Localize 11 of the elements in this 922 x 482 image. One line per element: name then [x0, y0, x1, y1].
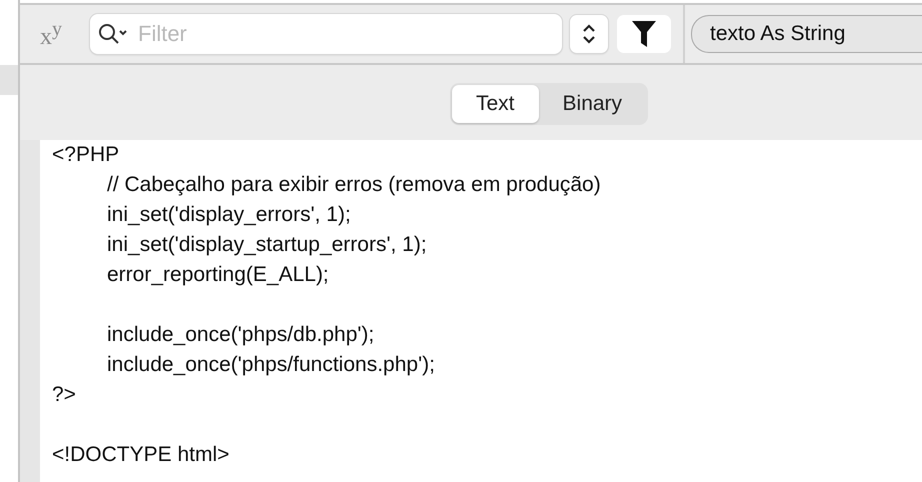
funnel-icon — [631, 20, 657, 48]
view-tab[interactable]: Binary — [538, 84, 646, 122]
filter-input[interactable]: Filter — [136, 20, 562, 48]
filter-button[interactable] — [617, 15, 671, 53]
code-text: <?PHP // Cabeçalho para exibir erros (remova em produção) ini_set('display_errors', 1); ini_set('display_startup_errors', 1); error_reporting(E_ALL); include_once('phps/db.php'); include_once('phps/functions.php'); ?> <!DOCTYPE html> — [52, 142, 602, 468]
code-editor[interactable] — [40, 140, 922, 482]
view-tab[interactable]: Text — [452, 84, 539, 122]
chevron-up-down-icon — [582, 23, 596, 45]
type-popup[interactable]: texto As String — [691, 15, 922, 53]
filter-field[interactable]: Filter — [90, 14, 562, 54]
stepper-button[interactable] — [570, 15, 608, 53]
